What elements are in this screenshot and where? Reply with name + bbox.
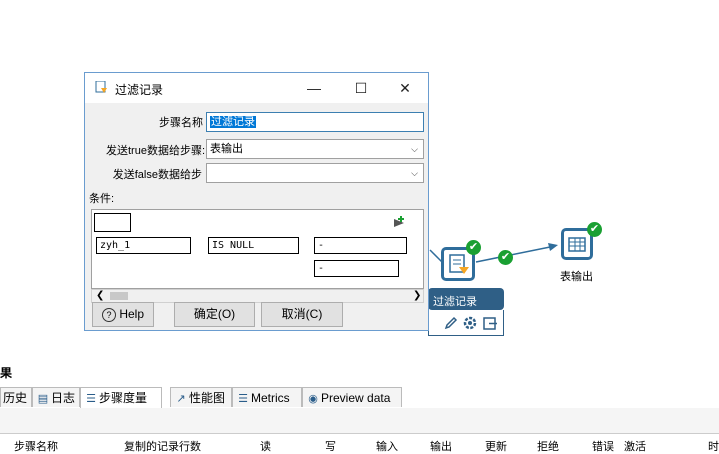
col-read: 读	[260, 441, 271, 453]
tab-log-label: 日志	[51, 391, 76, 405]
col-active: 激活	[624, 441, 646, 453]
col-copied-rows: 复制的记录行数	[124, 441, 201, 453]
minimize-button[interactable]: —	[297, 77, 331, 99]
condition-value-input[interactable]: -	[314, 237, 407, 254]
tab-history[interactable]: 历史	[0, 387, 32, 407]
line-chart-icon: ↗	[176, 393, 186, 405]
condition-horizontal-scrollbar[interactable]: ❮ ❯	[91, 289, 424, 303]
step-name-label: 步骤名称	[159, 117, 203, 129]
results-panel-title: 果	[0, 366, 13, 380]
tab-metrics[interactable]: ☰ Metrics	[232, 387, 302, 407]
metrics-table-header: 步骤名称 复制的记录行数 读 写 输入 输出 更新 拒绝 错误 激活 时	[0, 433, 719, 453]
col-input: 输入	[376, 441, 398, 453]
tab-history-label: 历史	[3, 391, 28, 405]
help-icon: ?	[101, 307, 116, 322]
tab-metrics-label: Metrics	[251, 391, 290, 405]
false-target-select[interactable]: ⌵	[206, 163, 424, 183]
condition-field-input[interactable]: zyh_1	[96, 237, 191, 254]
chevron-down-icon: ⌵	[411, 144, 418, 154]
chevron-down-icon: ⌵	[411, 168, 418, 178]
true-target-label: 发送true数据给步骤:	[105, 145, 205, 157]
filter-rows-icon	[95, 81, 107, 93]
step-name-input[interactable]: 过滤记录	[206, 112, 424, 132]
table-output-icon	[568, 237, 586, 252]
log-icon: ▤	[37, 393, 49, 405]
col-step-name: 步骤名称	[14, 441, 58, 453]
condition-operator-box[interactable]	[94, 213, 131, 232]
col-errors: 错误	[592, 441, 614, 453]
tab-step-metrics[interactable]: ☰ 步骤度量	[80, 387, 162, 408]
cancel-button[interactable]: 取消(C)	[261, 302, 343, 327]
tab-preview-data[interactable]: ◉ Preview data	[302, 387, 402, 407]
add-condition-icon[interactable]	[390, 215, 408, 231]
step-popup: 过滤记录	[428, 288, 504, 310]
tab-performance[interactable]: ↗ 性能图	[170, 387, 232, 407]
tab-performance-label: 性能图	[189, 391, 226, 405]
scroll-right-icon[interactable]: ❯	[413, 290, 421, 301]
condition-function-select[interactable]: IS NULL	[208, 237, 299, 254]
ok-button[interactable]: 确定(O)	[174, 302, 255, 327]
condition-editor[interactable]: zyh_1 IS NULL - -	[91, 209, 424, 289]
list-icon: ☰	[86, 393, 96, 405]
metrics-icon: ☰	[238, 393, 248, 405]
col-output: 输出	[430, 441, 452, 453]
output-step-check-icon: ✔	[587, 222, 602, 237]
filter-rows-dialog: 过滤记录 — ☐ ✕ 步骤名称 过滤记录 发送true数据给步骤: 表输出 ⌵ …	[84, 72, 429, 331]
dialog-title: 过滤记录	[115, 83, 164, 97]
tab-log[interactable]: ▤ 日志	[32, 387, 80, 407]
help-button[interactable]: ? Help	[92, 302, 154, 327]
scroll-thumb[interactable]	[110, 292, 128, 300]
filter-step-icon	[449, 254, 469, 274]
filter-step-check-icon: ✔	[466, 240, 481, 255]
step-name-value: 过滤记录	[210, 116, 256, 128]
tab-step-metrics-label: 步骤度量	[99, 391, 148, 405]
output-step-label: 表输出	[560, 271, 593, 283]
help-button-label: Help	[119, 307, 145, 321]
edit-icon[interactable]	[443, 315, 459, 331]
step-toolbar	[428, 310, 504, 336]
true-target-value: 表输出	[210, 143, 243, 155]
true-target-select[interactable]: 表输出 ⌵	[206, 139, 424, 159]
hop-check-icon: ✔	[498, 250, 513, 265]
output-link-icon[interactable]	[482, 315, 498, 331]
eye-icon: ◉	[308, 393, 318, 405]
scroll-left-icon[interactable]: ❮	[96, 290, 104, 301]
col-time: 时	[708, 441, 719, 453]
col-rejected: 拒绝	[537, 441, 559, 453]
condition-label: 条件:	[89, 193, 115, 205]
col-updated: 更新	[485, 441, 507, 453]
dialog-titlebar[interactable]: 过滤记录 — ☐ ✕	[85, 73, 428, 103]
col-written: 写	[325, 441, 336, 453]
tab-preview-data-label: Preview data	[321, 391, 391, 405]
results-tabs: 历史 ▤ 日志 ☰ 步骤度量 ↗ 性能图 ☰ Metrics ◉ Preview data	[0, 386, 719, 409]
maximize-button[interactable]: ☐	[344, 77, 378, 99]
false-target-label: 发送false数据给步	[112, 169, 202, 181]
gear-icon[interactable]	[462, 315, 478, 331]
condition-value2-input[interactable]: -	[314, 260, 399, 277]
filter-step-label: 过滤记录	[433, 296, 477, 308]
close-button[interactable]: ✕	[388, 77, 422, 99]
